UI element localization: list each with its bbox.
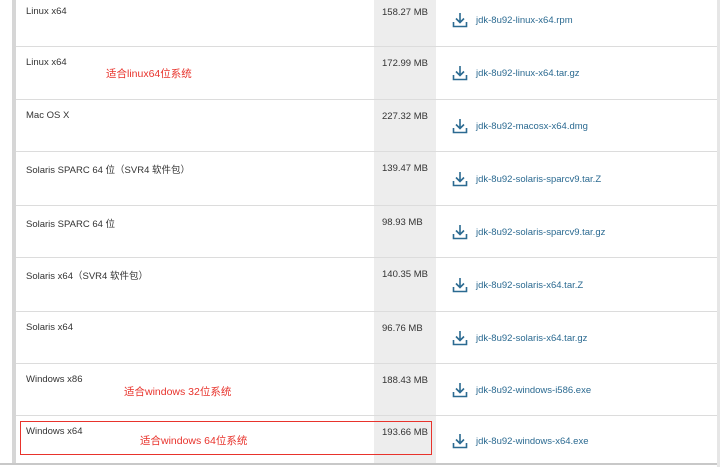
download-icon[interactable] — [452, 382, 468, 398]
os-label: Mac OS X — [26, 110, 70, 121]
file-size: 96.76 MB — [382, 323, 423, 334]
os-label: Solaris SPARC 64 位 — [26, 219, 116, 230]
table-row: Solaris x64 96.76 MB jdk-8u92-solaris-x6… — [16, 312, 718, 364]
os-label: Solaris x64（SVR4 软件包） — [26, 271, 148, 282]
download-link-row[interactable]: jdk-8u92-linux-x64.tar.gz — [452, 65, 580, 81]
file-size: 227.32 MB — [382, 111, 428, 122]
table-row: Solaris SPARC 64 位 98.93 MB jdk-8u92-sol… — [16, 206, 718, 258]
download-link[interactable]: jdk-8u92-linux-x64.tar.gz — [476, 68, 580, 79]
download-link-row[interactable]: jdk-8u92-solaris-x64.tar.Z — [452, 277, 583, 293]
download-link[interactable]: jdk-8u92-windows-i586.exe — [476, 385, 591, 396]
file-size: 172.99 MB — [382, 58, 428, 69]
download-link[interactable]: jdk-8u92-solaris-x64.tar.Z — [476, 280, 583, 291]
download-icon[interactable] — [452, 330, 468, 346]
download-link-row[interactable]: jdk-8u92-solaris-sparcv9.tar.Z — [452, 171, 601, 187]
file-size: 98.93 MB — [382, 217, 423, 228]
file-size: 140.35 MB — [382, 269, 428, 280]
annotation-linux64: 适合linux64位系统 — [106, 68, 192, 80]
os-label: Solaris SPARC 64 位（SVR4 软件包） — [26, 165, 191, 176]
download-icon[interactable] — [452, 433, 468, 449]
download-link-row[interactable]: jdk-8u92-linux-x64.rpm — [452, 12, 573, 28]
download-link[interactable]: jdk-8u92-linux-x64.rpm — [476, 15, 573, 26]
table-row: Windows x86 188.43 MB jdk-8u92-windows-i… — [16, 364, 718, 416]
os-label: Solaris x64 — [26, 322, 73, 333]
download-link[interactable]: jdk-8u92-solaris-sparcv9.tar.Z — [476, 174, 601, 185]
highlight-box-windows64 — [20, 421, 432, 455]
table-row: Mac OS X 227.32 MB jdk-8u92-macosx-x64.d… — [16, 100, 718, 152]
download-icon[interactable] — [452, 12, 468, 28]
annotation-windows32: 适合windows 32位系统 — [124, 386, 232, 398]
download-link[interactable]: jdk-8u92-solaris-sparcv9.tar.gz — [476, 227, 605, 238]
download-icon[interactable] — [452, 224, 468, 240]
os-label: Linux x64 — [26, 6, 67, 17]
download-link-row[interactable]: jdk-8u92-windows-i586.exe — [452, 382, 591, 398]
file-size: 139.47 MB — [382, 163, 428, 174]
table-row: Solaris SPARC 64 位（SVR4 软件包） 139.47 MB j… — [16, 152, 718, 206]
file-size: 188.43 MB — [382, 375, 428, 386]
download-icon[interactable] — [452, 118, 468, 134]
bottom-divider — [0, 463, 720, 465]
download-icon[interactable] — [452, 277, 468, 293]
download-link-row[interactable]: jdk-8u92-solaris-sparcv9.tar.gz — [452, 224, 605, 240]
download-link-row[interactable]: jdk-8u92-macosx-x64.dmg — [452, 118, 588, 134]
os-label: Linux x64 — [26, 57, 67, 68]
file-size: 158.27 MB — [382, 7, 428, 18]
download-link-row[interactable]: jdk-8u92-solaris-x64.tar.gz — [452, 330, 587, 346]
table-row: Solaris x64（SVR4 软件包） 140.35 MB jdk-8u92… — [16, 258, 718, 312]
os-label: Windows x86 — [26, 374, 83, 385]
download-icon[interactable] — [452, 171, 468, 187]
download-icon[interactable] — [452, 65, 468, 81]
download-link[interactable]: jdk-8u92-solaris-x64.tar.gz — [476, 333, 587, 344]
download-link[interactable]: jdk-8u92-windows-x64.exe — [476, 436, 588, 447]
download-link[interactable]: jdk-8u92-macosx-x64.dmg — [476, 121, 588, 132]
download-link-row[interactable]: jdk-8u92-windows-x64.exe — [452, 433, 588, 449]
table-row: Linux x64 158.27 MB jdk-8u92-linux-x64.r… — [16, 0, 718, 47]
